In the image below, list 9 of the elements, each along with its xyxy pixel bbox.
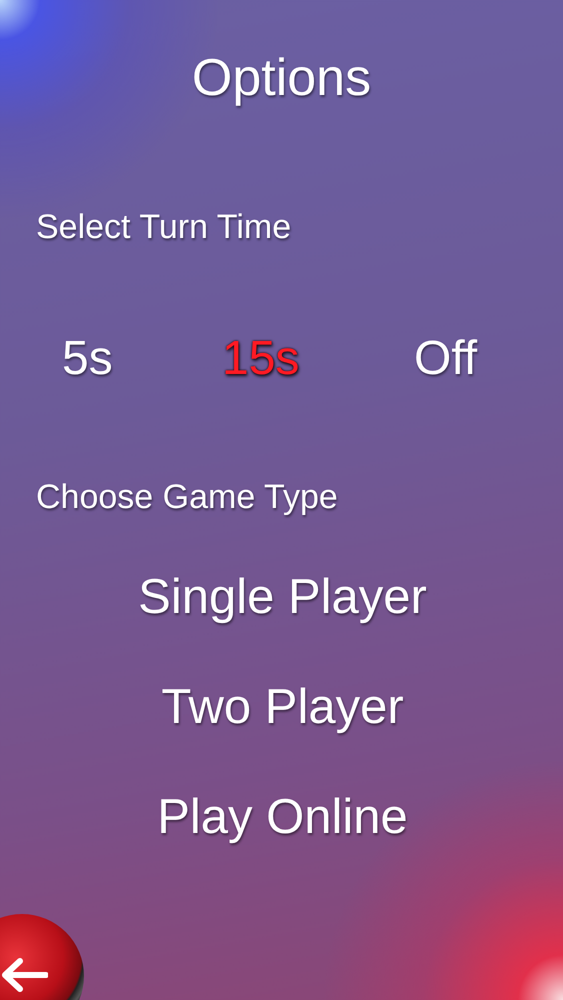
game-type-button[interactable]: Two Player: [161, 679, 404, 735]
screen-title: Options: [190, 48, 372, 108]
section-label: Choose Game Type: [35, 478, 338, 517]
game-type-button[interactable]: Play Online: [157, 789, 408, 845]
game-type-button[interactable]: Single Player: [138, 569, 427, 625]
section-label: Select Turn Time: [35, 208, 292, 247]
turn-time-option[interactable]: 5s: [62, 331, 222, 386]
turn-time-option[interactable]: Off: [414, 331, 478, 386]
left-arrow-icon: [2, 958, 48, 992]
